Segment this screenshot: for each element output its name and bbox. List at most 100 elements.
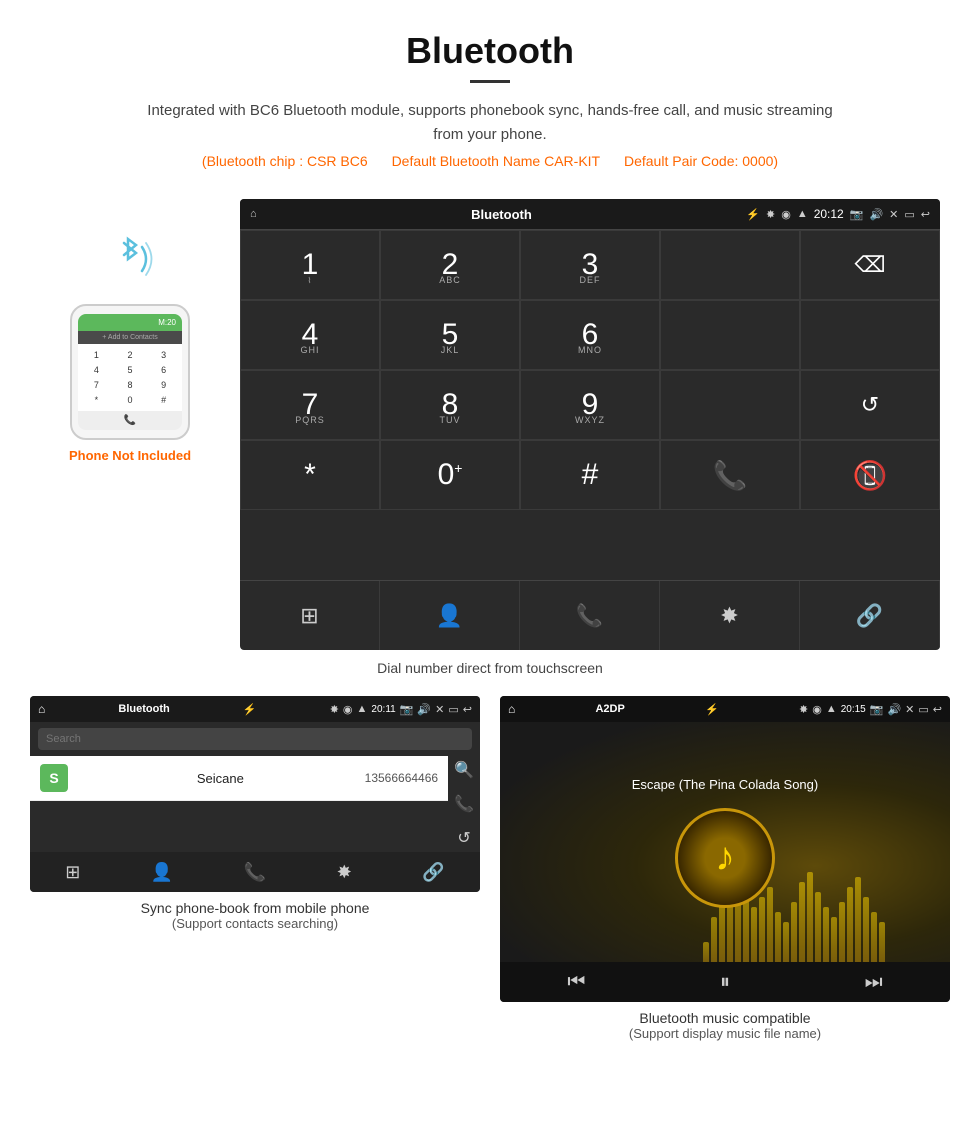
pb-call-icon[interactable]: 📞	[454, 794, 474, 814]
music-caption-main: Bluetooth music compatible	[500, 1010, 950, 1026]
bottom-grid-icon[interactable]: ⊞	[240, 581, 380, 650]
music-sig-icon: ▲	[826, 703, 837, 715]
pb-loc-icon: ◉	[343, 703, 353, 716]
location-icon: ◉	[781, 208, 791, 221]
music-screen: ⌂ A2DP ⚡ ✸ ◉ ▲ 20:15 📷 🔊 ✕ ▭ ↩	[500, 696, 950, 1002]
music-close-icon[interactable]: ✕	[905, 703, 914, 716]
music-controls: ⏮ ⏸ ⏭	[500, 962, 950, 1002]
music-song-title: Escape (The Pina Colada Song)	[632, 777, 818, 792]
bluetooth-signal-icon	[40, 229, 220, 294]
pb-link-icon[interactable]: 🔗	[422, 862, 444, 883]
dial-key-star[interactable]: *	[240, 440, 380, 510]
music-cam-icon[interactable]: 📷	[870, 703, 884, 716]
pb-refresh-icon[interactable]: ↺	[457, 828, 470, 848]
back-icon[interactable]: ↩	[921, 208, 930, 221]
music-block: ⌂ A2DP ⚡ ✸ ◉ ▲ 20:15 📷 🔊 ✕ ▭ ↩	[500, 696, 950, 1041]
phonebook-screen: ⌂ Bluetooth ⚡ ✸ ◉ ▲ 20:11 📷 🔊 ✕ ▭ ↩	[30, 696, 480, 892]
bottom-bar: ⊞ 👤 📞 ✸ 🔗	[240, 580, 940, 650]
usb-icon: ⚡	[746, 208, 760, 221]
pb-phone-icon[interactable]: 📞	[244, 862, 266, 883]
pb-cam-icon[interactable]: 📷	[400, 703, 414, 716]
music-back-icon[interactable]: ↩	[933, 703, 942, 716]
phonebook-caption-main: Sync phone-book from mobile phone	[30, 900, 480, 916]
play-pause-icon[interactable]: ⏸	[720, 971, 730, 994]
signal-icon: ▲	[797, 208, 808, 220]
pb-search-row	[30, 722, 480, 756]
dial-key-8[interactable]: 8 TUV	[380, 370, 520, 440]
phone-mock-time: M:20	[158, 318, 176, 327]
music-statusbar: ⌂ A2DP ⚡ ✸ ◉ ▲ 20:15 📷 🔊 ✕ ▭ ↩	[500, 696, 950, 722]
pb-contact-row[interactable]: S Seicane 13566664466	[30, 756, 448, 801]
dial-key-0[interactable]: 0+	[380, 440, 520, 510]
pb-main-content: S Seicane 13566664466 🔍 📞 ↺	[30, 756, 480, 852]
dial-key-5[interactable]: 5 JKL	[380, 300, 520, 370]
camera-icon[interactable]: 📷	[850, 208, 864, 221]
next-track-icon[interactable]: ⏭	[865, 971, 883, 994]
bluetooth-icon: ✸	[766, 208, 775, 221]
pb-search-input[interactable]	[38, 728, 472, 750]
pb-scr-icon[interactable]: ▭	[448, 703, 458, 716]
phone-mock-subheader: + Add to Contacts	[78, 331, 182, 344]
pb-home-icon[interactable]: ⌂	[38, 702, 45, 716]
page-title: Bluetooth	[20, 30, 960, 72]
close-icon[interactable]: ✕	[889, 208, 898, 221]
pb-contact-number: 13566664466	[365, 771, 438, 785]
dial-key-hash[interactable]: #	[520, 440, 660, 510]
dial-key-delete[interactable]: ⌫	[800, 230, 940, 300]
pb-bottom-bar: ⊞ 👤 📞 ✸ 🔗	[30, 852, 480, 892]
volume-icon[interactable]: 🔊	[869, 208, 883, 221]
dial-key-4[interactable]: 4 GHI	[240, 300, 380, 370]
dial-statusbar: ⌂ Bluetooth ⚡ ✸ ◉ ▲ 20:12 📷 🔊 ✕ ▭ ↩	[240, 199, 940, 229]
dial-key-2[interactable]: 2 ABC	[380, 230, 520, 300]
pb-person-icon[interactable]: 👤	[151, 862, 173, 883]
pb-close-icon[interactable]: ✕	[435, 703, 444, 716]
page-header: Bluetooth Integrated with BC6 Bluetooth …	[0, 0, 980, 199]
spec-code: Default Pair Code: 0000)	[624, 153, 778, 169]
dial-key-endcall[interactable]: 📵	[800, 440, 940, 510]
bottom-link-icon[interactable]: 🔗	[800, 581, 940, 650]
dial-key-3[interactable]: 3 DEF	[520, 230, 660, 300]
music-home-icon[interactable]: ⌂	[508, 702, 515, 716]
phone-keypad: 123 456 789 *0#	[80, 348, 180, 407]
dial-key-refresh[interactable]: ↺	[800, 370, 940, 440]
pb-contact-avatar: S	[40, 764, 68, 792]
pb-title: Bluetooth	[118, 703, 169, 715]
screen-icon[interactable]: ▭	[904, 208, 914, 221]
dial-key-call[interactable]: 📞	[660, 440, 800, 510]
statusbar-left: ⌂	[250, 208, 257, 220]
spec-name: Default Bluetooth Name CAR-KIT	[392, 153, 601, 169]
phone-illustration: M:20 + Add to Contacts 123 456 789 *0# 📞…	[40, 199, 220, 463]
bottom-phone-icon[interactable]: 📞	[520, 581, 660, 650]
pb-sig-icon: ▲	[357, 703, 368, 715]
dial-screen: ⌂ Bluetooth ⚡ ✸ ◉ ▲ 20:12 📷 🔊 ✕ ▭ ↩ 1 ⌇	[240, 199, 940, 650]
dial-key-6[interactable]: 6 MNO	[520, 300, 660, 370]
music-album-art: ♪	[675, 808, 775, 908]
music-scr-icon[interactable]: ▭	[918, 703, 928, 716]
phone-not-included-label: Phone Not Included	[40, 448, 220, 463]
bottom-bluetooth-icon[interactable]: ✸	[660, 581, 800, 650]
music-vol-icon[interactable]: 🔊	[887, 703, 901, 716]
music-title: A2DP	[595, 703, 624, 715]
dial-grid: 1 ⌇ 2 ABC 3 DEF ⌫ 4 GHI 5 JKL	[240, 229, 940, 580]
music-caption-sub: (Support display music file name)	[500, 1026, 950, 1041]
pb-back-icon[interactable]: ↩	[463, 703, 472, 716]
page-specs: (Bluetooth chip : CSR BC6 Default Blueto…	[20, 153, 960, 169]
phone-mockup: M:20 + Add to Contacts 123 456 789 *0# 📞	[70, 304, 190, 440]
dial-empty-3	[800, 300, 940, 370]
prev-track-icon[interactable]: ⏮	[567, 971, 585, 994]
statusbar-right: ⚡ ✸ ◉ ▲ 20:12 📷 🔊 ✕ ▭ ↩	[746, 207, 930, 221]
dial-key-9[interactable]: 9 WXYZ	[520, 370, 660, 440]
home-icon[interactable]: ⌂	[250, 208, 257, 220]
dial-empty-1	[660, 230, 800, 300]
bottom-contacts-icon[interactable]: 👤	[380, 581, 520, 650]
dial-key-7[interactable]: 7 PQRS	[240, 370, 380, 440]
dial-empty-4	[660, 370, 800, 440]
pb-bt-icon: ✸	[330, 703, 339, 716]
phonebook-block: ⌂ Bluetooth ⚡ ✸ ◉ ▲ 20:11 📷 🔊 ✕ ▭ ↩	[30, 696, 480, 1041]
pb-search-icon[interactable]: 🔍	[454, 760, 474, 780]
pb-vol-icon[interactable]: 🔊	[417, 703, 431, 716]
pb-grid-icon[interactable]: ⊞	[65, 862, 80, 883]
phone-mock-header: M:20	[78, 314, 182, 331]
pb-bt-bottom-icon[interactable]: ✸	[337, 862, 352, 883]
dial-key-1[interactable]: 1 ⌇	[240, 230, 380, 300]
